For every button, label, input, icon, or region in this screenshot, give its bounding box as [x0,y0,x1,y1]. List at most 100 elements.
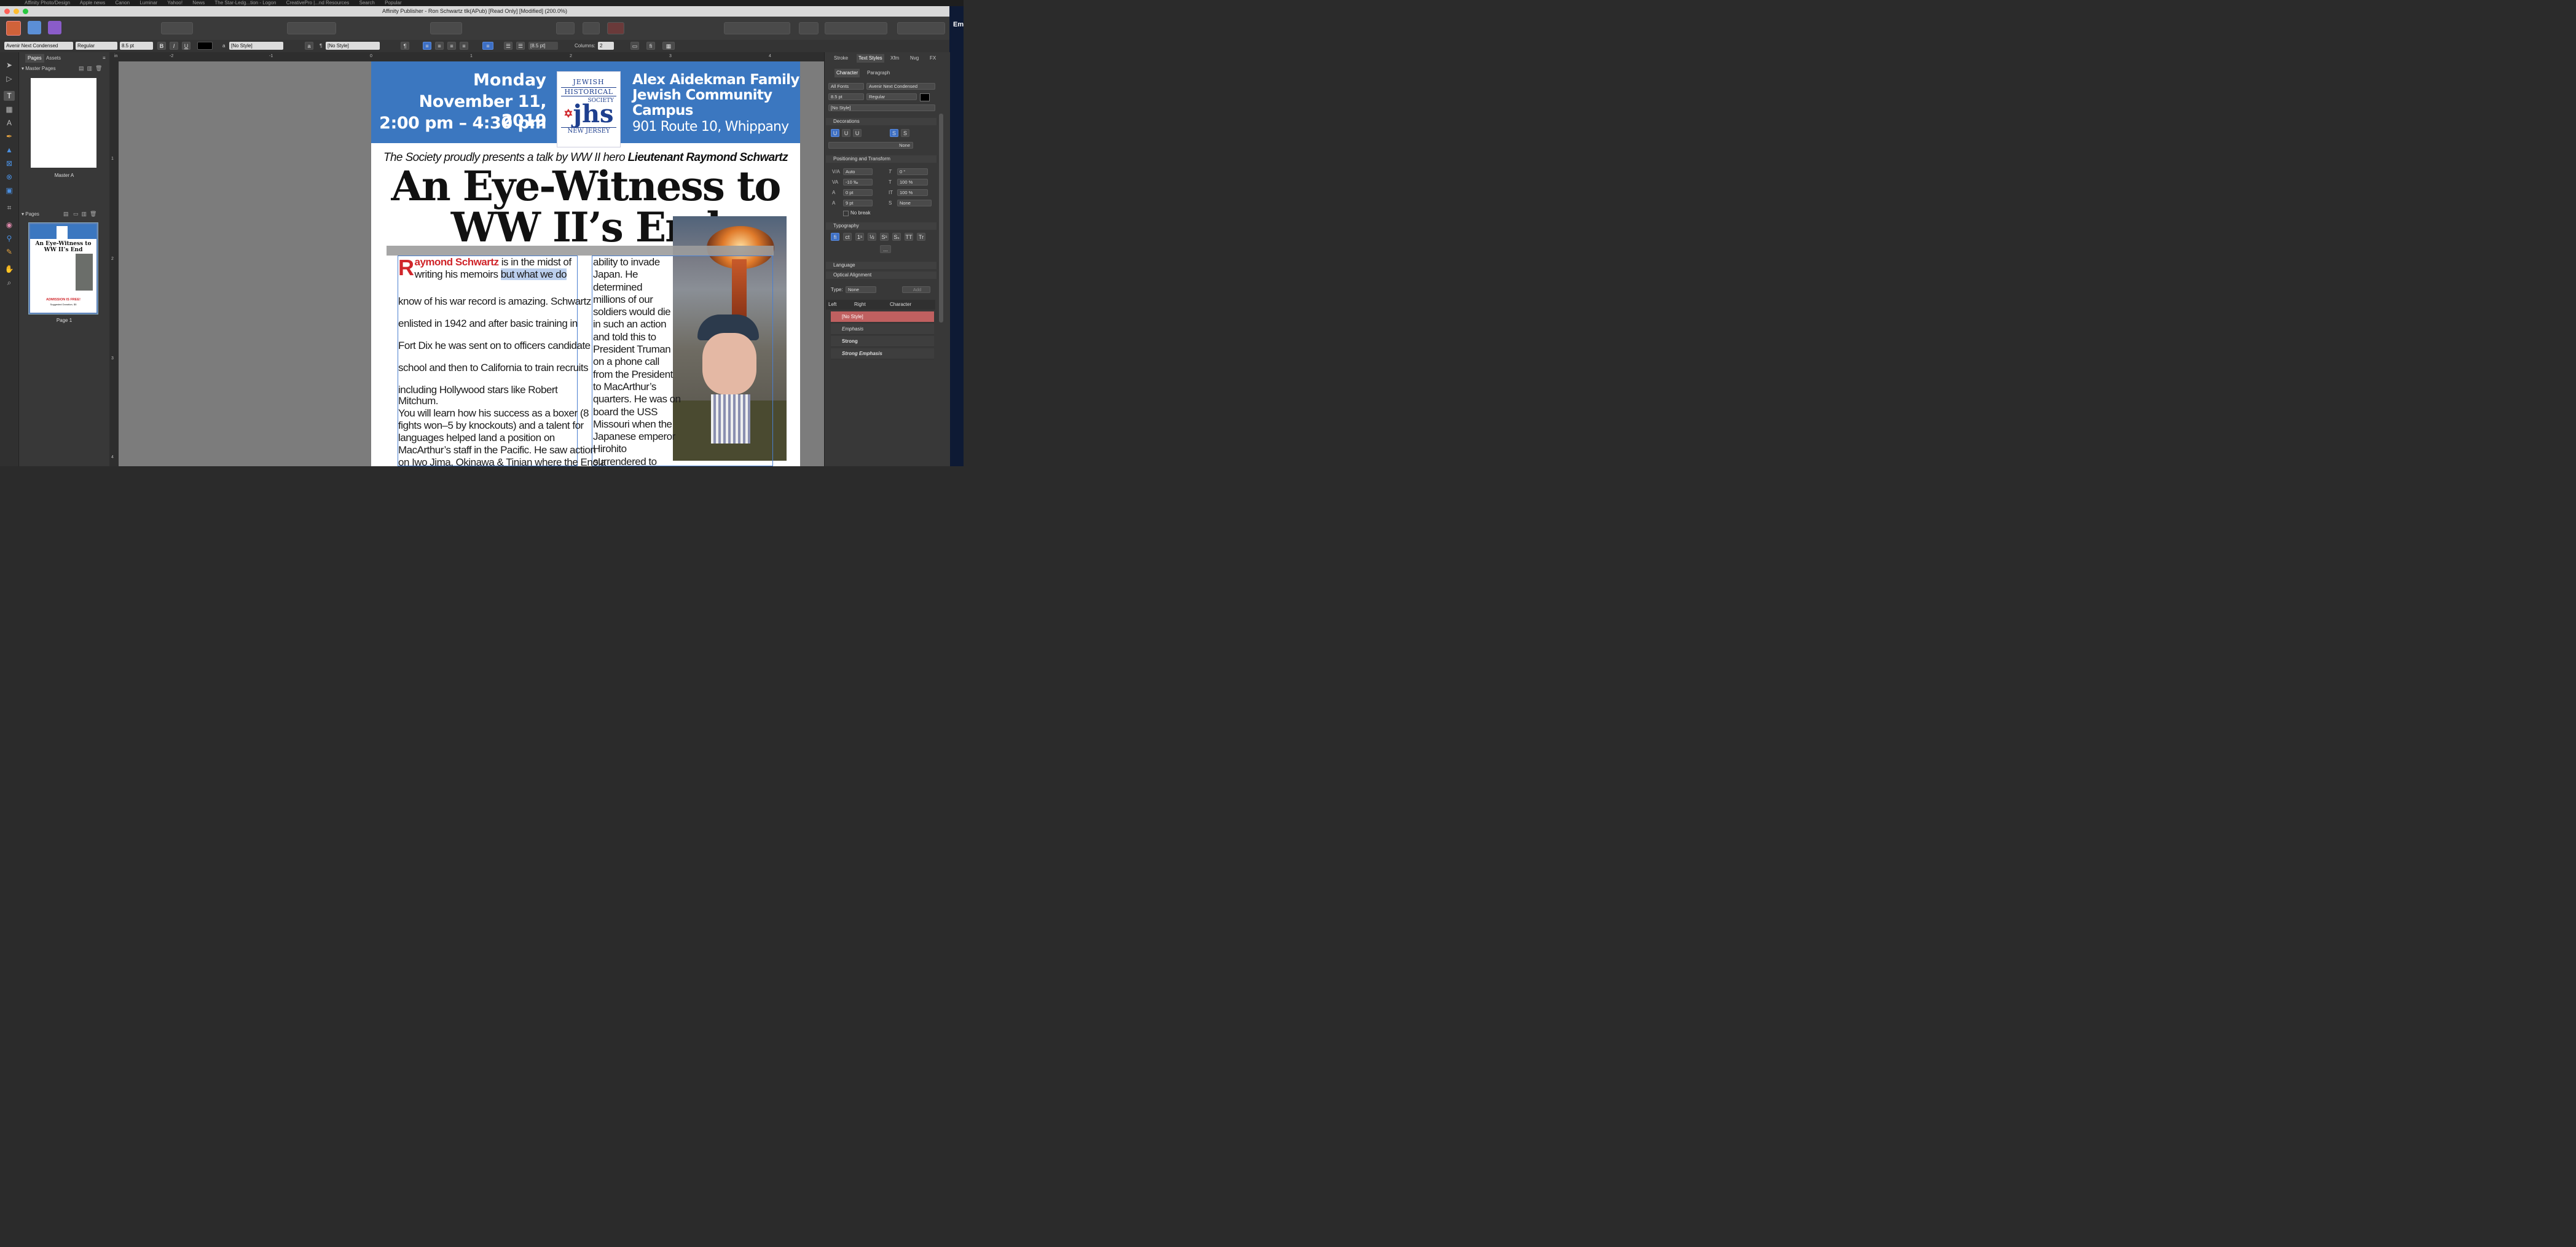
add-button[interactable]: Add [902,286,930,293]
table-tool-icon[interactable]: ▦ [4,104,15,114]
bookmark-item[interactable]: Canon [116,0,130,6]
zoom-tool-icon[interactable]: ⌕ [4,278,15,287]
text-color-swatch[interactable] [197,42,213,50]
panel-text-color-swatch[interactable] [920,93,930,101]
tab-character[interactable]: Character [834,69,860,77]
minimize-window-button[interactable] [14,9,19,14]
align-icon[interactable] [799,22,819,34]
bookmark-item[interactable]: Popular [385,0,402,6]
scale-v-field[interactable]: 100 % [897,189,928,196]
fill-tool-icon[interactable]: ◉ [4,220,15,230]
bookmark-item[interactable]: The Star-Ledg...tion - Logon [214,0,276,6]
align-center-button[interactable]: ≡ [435,42,444,50]
text-flow-icon[interactable] [607,22,624,34]
master-page-thumbnail[interactable] [31,78,96,168]
bookmark-item[interactable]: Luminar [139,0,157,6]
style-strong[interactable]: Strong [831,336,934,347]
double-underline-icon[interactable]: U [842,129,850,137]
pen-tool-icon[interactable]: ✒ [4,131,15,141]
tab-text-styles[interactable]: Text Styles [857,54,884,63]
tab-nvg[interactable]: Nvg [908,54,921,63]
align-left-button[interactable]: ≡ [423,42,431,50]
artistic-text-tool-icon[interactable]: A [4,118,15,128]
vertical-align-button[interactable]: ≡ [482,42,493,50]
document-page[interactable]: Monday November 11, 2019 2:00 pm – 4:30 … [371,61,800,466]
panel-char-style-field[interactable]: [No Style] [828,104,935,111]
underline-button[interactable]: U [182,42,190,50]
close-window-button[interactable] [4,9,10,14]
underline-options-icon[interactable]: U [853,129,862,137]
baseline-field[interactable]: 0 pt [843,189,873,196]
snapping-buttons[interactable] [430,22,462,34]
no-break-checkbox[interactable] [843,211,849,216]
body-column-1[interactable]: Raymond Schwartz is in the midst of writ… [398,256,606,467]
italic-button[interactable]: I [170,42,178,50]
discretionary-ligature-icon[interactable]: ct [843,233,852,241]
frame-icon[interactable] [583,22,600,34]
panel-leading-field[interactable]: 9 pt [843,200,873,206]
scale-h-field[interactable]: 100 % [897,179,928,186]
baseline-grid-icon[interactable]: ▦ [662,42,675,50]
ellipse-frame-tool-icon[interactable]: ⊗ [4,172,15,182]
style-emphasis[interactable]: Emphasis [831,324,934,335]
panel-font-family-field[interactable]: Avenir Next Condensed [866,83,935,90]
double-strikethrough-icon[interactable]: S [901,129,909,137]
tab-pages[interactable]: Pages [25,54,44,63]
place-image-tool-icon[interactable]: ▣ [4,186,15,195]
bookmark-item[interactable]: CreativePro |...nd Resources [286,0,350,6]
decorations-header[interactable]: Decorations [826,118,937,125]
typography-buttons[interactable]: ﬁ ct 1ˢ ½ Sˢ Sₛ TT Tr [831,233,935,241]
bookmark-item[interactable]: Apple news [80,0,105,6]
shape-tool-icon[interactable]: ▲ [4,145,15,155]
publisher-persona-icon[interactable] [6,21,21,36]
tab-fx[interactable]: FX [928,54,938,63]
arrange-buttons[interactable] [724,22,790,34]
page-1-thumbnail[interactable]: An Eye-Witness to WW II’s End ADMISSION I… [28,222,98,315]
tab-xfm[interactable]: Xfm [889,54,901,63]
character-style-field[interactable]: [No Style] [229,42,283,50]
panel-font-size-field[interactable]: 8.5 pt [828,93,864,100]
shear-field[interactable]: 0 ° [897,168,928,175]
decoration-buttons[interactable]: U U U S S [831,129,935,138]
style-strong-emphasis[interactable]: Strong Emphasis [831,348,934,359]
horizontal-ruler[interactable]: in -2 -1 0 1 2 3 4 [109,52,824,62]
text-frame-icon[interactable]: ▭ [630,42,639,50]
language-header[interactable]: Language [826,262,937,269]
master-page-tools[interactable]: ▤ ▥ 🗑 [79,65,102,72]
positioning-header[interactable]: Positioning and Transform [826,155,937,163]
decoration-line-field[interactable]: None [828,142,913,149]
ligature-icon[interactable]: ﬁ [831,233,839,241]
designer-persona-icon[interactable] [48,21,61,34]
bookmark-item[interactable]: Affinity Photo/Design [25,0,70,6]
preflight-buttons[interactable] [161,22,193,34]
color-picker-tool-icon[interactable]: ✎ [4,247,15,257]
kerning-field[interactable]: Auto [843,168,873,175]
canvas[interactable]: Monday November 11, 2019 2:00 pm – 4:30 … [119,61,824,466]
small-caps-icon[interactable]: Tr [917,233,925,241]
leading-field[interactable]: [8.5 pt] [528,42,558,50]
zoom-window-button[interactable] [23,9,28,14]
bullets-button[interactable]: ☰ [504,42,512,50]
optical-alignment-header[interactable]: Optical Alignment [826,272,937,279]
tab-stroke[interactable]: Stroke [832,54,850,63]
hand-tool-icon[interactable]: ✋ [4,264,15,274]
panel-font-style-field[interactable]: Regular [866,93,917,100]
bookmark-item[interactable]: News [192,0,205,6]
master-pages-header[interactable]: ▾ Master Pages [22,66,56,71]
font-style-field[interactable]: Regular [76,42,117,50]
ordinal-icon[interactable]: 1ˢ [855,233,864,241]
a-glyph-button[interactable]: a [305,42,313,50]
typography-more-button[interactable]: ... [880,245,891,253]
crop-tool-icon[interactable]: ⌗ [4,203,15,213]
subscript-icon[interactable]: Sₛ [892,233,901,241]
style-no-style[interactable]: [No Style] [831,311,934,322]
panel-scrollbar[interactable] [939,114,943,322]
page-tools[interactable]: ▤ ▭ ▥ 🗑 [63,211,96,217]
tab-paragraph[interactable]: Paragraph [865,69,892,77]
body-column-2[interactable]: ability to invade Japan. He determined m… [593,256,681,466]
bold-button[interactable]: B [157,42,166,50]
strikethrough-icon[interactable]: S [890,129,898,137]
text-frame-ruler[interactable] [387,246,774,256]
tab-assets[interactable]: Assets [44,54,63,63]
pages-section-header[interactable]: ▾ Pages [22,211,39,217]
